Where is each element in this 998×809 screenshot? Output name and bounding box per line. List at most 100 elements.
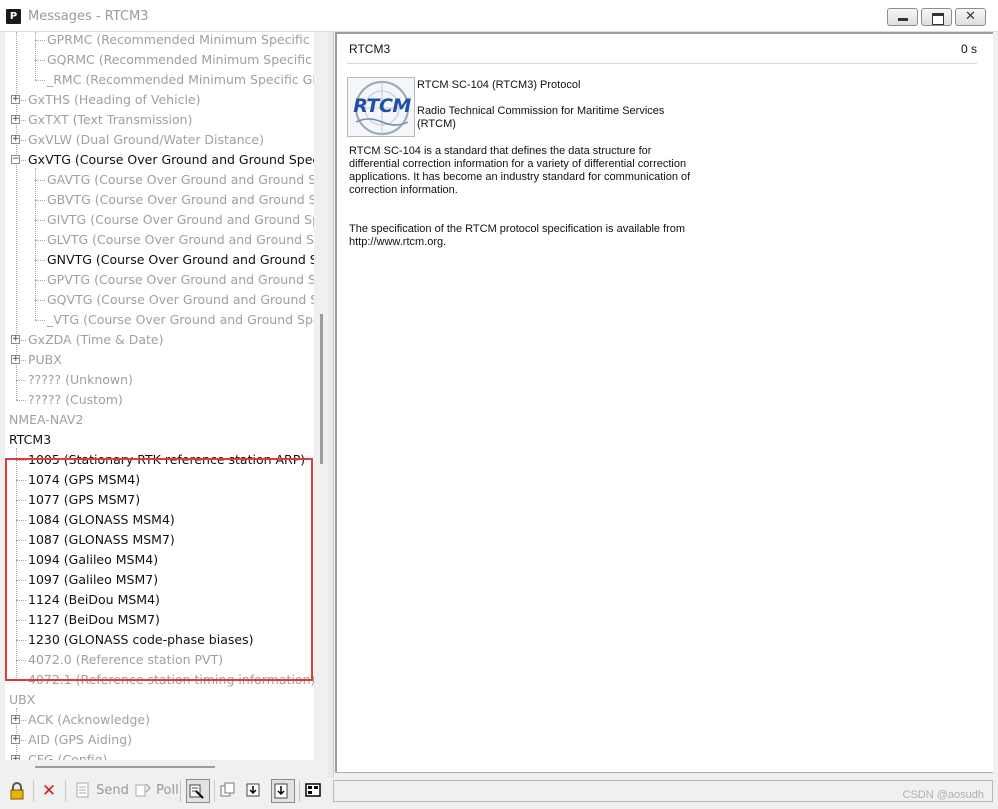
protocol-description: RTCM SC-104 is a standard that defines t…	[349, 145, 691, 196]
grid-view-button[interactable]	[304, 779, 326, 803]
tree-item-givtg-course-over-ground-and-ground-spe[interactable]: GIVTG (Course Over Ground and Ground Spe	[47, 210, 314, 230]
tree-item-gxtxt-text-transmission[interactable]: GxTXT (Text Transmission)	[28, 110, 192, 130]
tree-item-gprmc-recommended-minimum-specific-gn[interactable]: GPRMC (Recommended Minimum Specific GN	[47, 32, 314, 50]
tree-guide-horizontal	[35, 200, 45, 201]
protocol-title: RTCM SC-104 (RTCM3) Protocol	[417, 79, 581, 91]
rtcm-logo-text: RTCM	[353, 95, 411, 117]
tree-guide-horizontal	[16, 540, 26, 541]
poll-label: Poll	[156, 783, 179, 798]
import-icon	[244, 782, 262, 800]
message-info-panel: RTCM3 0 s RTCM RTCM SC-104 (RTCM3) Proto…	[335, 32, 993, 772]
tree-item-gnvtg-course-over-ground-and-ground-sp[interactable]: GNVTG (Course Over Ground and Ground Sp	[47, 250, 314, 270]
tree-item-1084-glonass-msm4[interactable]: 1084 (GLONASS MSM4)	[28, 510, 175, 530]
tree-item-gavtg-course-over-ground-and-ground-spe[interactable]: GAVTG (Course Over Ground and Ground Spe	[47, 170, 314, 190]
auto-poll-toggle[interactable]	[186, 779, 210, 803]
tree-guide-horizontal	[35, 320, 45, 321]
tree-item-1127-beidou-msm7[interactable]: 1127 (BeiDou MSM7)	[28, 610, 160, 630]
tree-guide-horizontal	[16, 520, 26, 521]
tree-item-gxvtg-course-over-ground-and-ground-speed[interactable]: GxVTG (Course Over Ground and Ground Spe…	[28, 150, 314, 170]
panel-splitter[interactable]	[328, 32, 334, 777]
tree-guide-vertical	[35, 32, 36, 80]
tree-item-1077-gps-msm7[interactable]: 1077 (GPS MSM7)	[28, 490, 140, 510]
expand-icon[interactable]: +	[11, 115, 20, 124]
tree-item-4072-0-reference-station-pvt[interactable]: 4072.0 (Reference station PVT)	[28, 650, 223, 670]
tree-item-gbvtg-course-over-ground-and-ground-spe[interactable]: GBVTG (Course Over Ground and Ground Spe	[47, 190, 314, 210]
save-toggle[interactable]	[271, 779, 295, 803]
toolbar-separator	[33, 780, 34, 802]
close-icon: ✕	[965, 9, 976, 24]
tree-item-gxths-heading-of-vehicle[interactable]: GxTHS (Heading of Vehicle)	[28, 90, 201, 110]
message-tree[interactable]: GPRMC (Recommended Minimum Specific GN GQ…	[5, 32, 314, 760]
elapsed-time: 0 s	[960, 42, 977, 56]
toolbar-separator	[180, 780, 181, 802]
tree-item-cfg-config[interactable]: CFG (Config)	[28, 750, 107, 760]
tree-vertical-scrollbar[interactable]	[316, 32, 328, 760]
tree-item-4072-1-reference-station-timing-information[interactable]: 4072.1 (Reference station timing informa…	[28, 670, 314, 690]
tree-item-nmea-nav2[interactable]: NMEA-NAV2	[9, 410, 83, 430]
copy-button[interactable]	[219, 779, 241, 803]
tree-guide-vertical	[16, 448, 17, 680]
tree-item-1094-galileo-msm4[interactable]: 1094 (Galileo MSM4)	[28, 550, 158, 570]
watermark-text: CSDN @aosudh	[902, 789, 984, 801]
download-icon	[272, 783, 290, 801]
tree-item-1230-glonass-code-phase-biases[interactable]: 1230 (GLONASS code-phase biases)	[28, 630, 253, 650]
lock-button[interactable]	[8, 779, 26, 803]
status-bar	[333, 780, 993, 802]
copy-icon	[219, 782, 237, 800]
tree-item-1087-glonass-msm7[interactable]: 1087 (GLONASS MSM7)	[28, 530, 175, 550]
tree-guide-horizontal	[35, 180, 45, 181]
expand-icon[interactable]: +	[11, 735, 20, 744]
delete-icon: ✕	[41, 780, 57, 801]
tree-item-ubx[interactable]: UBX	[9, 690, 35, 710]
window-title: Messages - RTCM3	[28, 9, 149, 24]
tree-item-vtg-course-over-ground-and-ground-spee[interactable]: _VTG (Course Over Ground and Ground Spee	[47, 310, 314, 330]
minimize-button[interactable]	[887, 8, 918, 26]
tree-vertical-scroll-thumb[interactable]	[320, 314, 323, 464]
delete-button[interactable]: ✕	[40, 779, 58, 803]
tree-item-1097-galileo-msm7[interactable]: 1097 (Galileo MSM7)	[28, 570, 158, 590]
collapse-icon[interactable]: −	[11, 155, 20, 164]
tree-item-1005-stationary-rtk-reference-station-arp[interactable]: 1005 (Stationary RTK reference station A…	[28, 450, 305, 470]
title-bar: P Messages - RTCM3 ✕	[0, 0, 998, 32]
tree-item-glvtg-course-over-ground-and-ground-spe[interactable]: GLVTG (Course Over Ground and Ground Spe	[47, 230, 314, 250]
rtcm-logo: RTCM	[347, 77, 415, 137]
send-button[interactable]: Send	[74, 779, 129, 803]
tree-guide-horizontal	[35, 220, 45, 221]
poll-button[interactable]: Poll	[134, 779, 179, 803]
expand-icon[interactable]: +	[11, 715, 20, 724]
tree-guide-horizontal	[35, 240, 45, 241]
tree-item-custom[interactable]: ????? (Custom)	[28, 390, 123, 410]
close-button[interactable]: ✕	[955, 8, 986, 26]
tree-item-gxvlw-dual-ground-water-distance[interactable]: GxVLW (Dual Ground/Water Distance)	[28, 130, 264, 150]
expand-icon[interactable]: +	[11, 95, 20, 104]
tree-item-gqvtg-course-over-ground-and-ground-sp[interactable]: GQVTG (Course Over Ground and Ground Sp	[47, 290, 314, 310]
send-label: Send	[96, 783, 129, 798]
tree-item-1124-beidou-msm4[interactable]: 1124 (BeiDou MSM4)	[28, 590, 160, 610]
tree-guide-horizontal	[16, 600, 26, 601]
tree-item-gxzda-time-date[interactable]: GxZDA (Time & Date)	[28, 330, 164, 350]
tree-guide-horizontal	[16, 660, 26, 661]
header-divider	[347, 63, 977, 64]
tree-guide-horizontal	[35, 280, 45, 281]
tree-item-gpvtg-course-over-ground-and-ground-spe[interactable]: GPVTG (Course Over Ground and Ground Spe	[47, 270, 314, 290]
tree-guide-vertical	[16, 32, 17, 400]
tree-item-rtcm3[interactable]: RTCM3	[9, 430, 51, 450]
tree-item-gqrmc-recommended-minimum-specific-gn[interactable]: GQRMC (Recommended Minimum Specific GN	[47, 50, 314, 70]
tree-horizontal-scroll-thumb[interactable]	[35, 766, 215, 768]
tree-item-rmc-recommended-minimum-specific-gns[interactable]: _RMC (Recommended Minimum Specific GNS	[47, 70, 314, 90]
import-button[interactable]	[244, 779, 266, 803]
expand-icon[interactable]: +	[11, 135, 20, 144]
tree-item-1074-gps-msm4[interactable]: 1074 (GPS MSM4)	[28, 470, 140, 490]
tree-item-aid-gps-aiding[interactable]: AID (GPS Aiding)	[28, 730, 132, 750]
expand-icon[interactable]: +	[11, 355, 20, 364]
tree-item-ack-acknowledge[interactable]: ACK (Acknowledge)	[28, 710, 150, 730]
expand-icon[interactable]: +	[11, 335, 20, 344]
tree-item-pubx[interactable]: PUBX	[28, 350, 62, 370]
tree-guide-horizontal	[35, 80, 45, 81]
app-icon: P	[6, 9, 21, 24]
toolbar-separator	[65, 780, 66, 802]
tree-horizontal-scrollbar[interactable]	[5, 760, 328, 774]
tree-item-unknown[interactable]: ????? (Unknown)	[28, 370, 133, 390]
tree-guide-horizontal	[35, 260, 45, 261]
maximize-button[interactable]	[921, 8, 952, 26]
